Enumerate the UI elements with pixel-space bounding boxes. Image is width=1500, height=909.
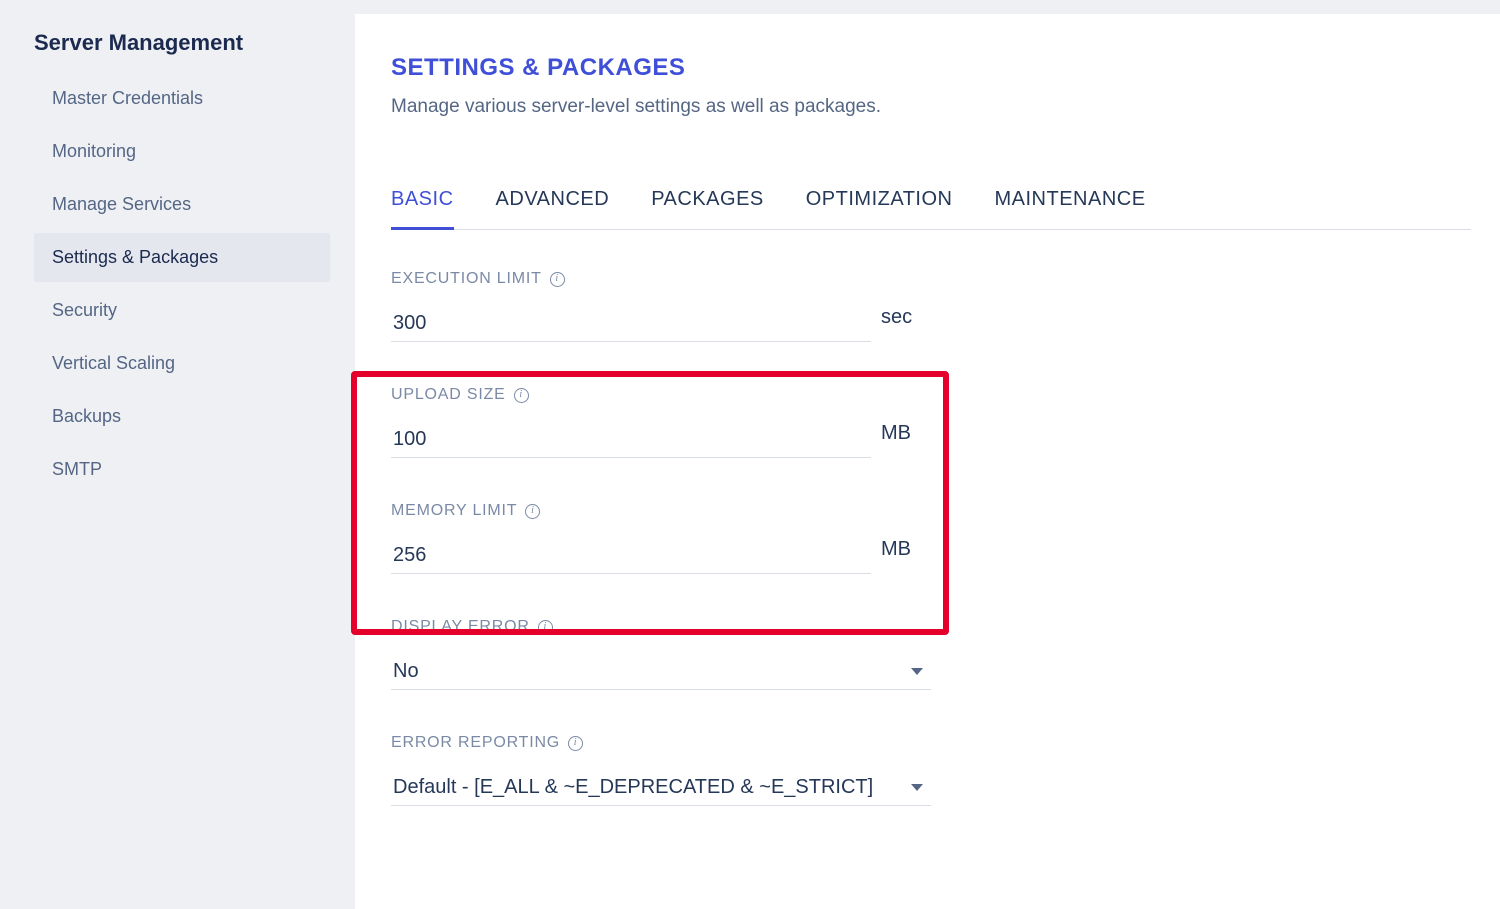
sidebar-item-security[interactable]: Security xyxy=(34,286,330,335)
select-value-error-reporting: Default - [E_ALL & ~E_DEPRECATED & ~E_ST… xyxy=(393,776,873,799)
info-icon[interactable]: i xyxy=(525,504,540,519)
chevron-down-icon xyxy=(911,668,923,675)
field-memory-limit: MEMORY LIMIT i MB xyxy=(391,502,931,574)
label-error-reporting: ERROR REPORTING i xyxy=(391,734,931,752)
tab-maintenance[interactable]: MAINTENANCE xyxy=(994,188,1145,229)
sidebar-item-manage-services[interactable]: Manage Services xyxy=(34,180,330,229)
label-memory-limit: MEMORY LIMIT i xyxy=(391,502,931,520)
info-icon[interactable]: i xyxy=(538,620,553,635)
main-panel: SETTINGS & PACKAGES Manage various serve… xyxy=(355,14,1500,909)
unit-upload-size: MB xyxy=(881,422,911,445)
label-text-memory-limit: MEMORY LIMIT xyxy=(391,502,517,520)
field-error-reporting: ERROR REPORTING i Default - [E_ALL & ~E_… xyxy=(391,734,931,806)
unit-execution-limit: sec xyxy=(881,306,912,329)
form-area: EXECUTION LIMIT i sec UPLOAD SIZE i MB xyxy=(391,270,1500,806)
info-icon[interactable]: i xyxy=(568,736,583,751)
sidebar-item-settings-packages[interactable]: Settings & Packages xyxy=(34,233,330,282)
tab-bar: BASIC ADVANCED PACKAGES OPTIMIZATION MAI… xyxy=(391,188,1471,230)
tab-packages[interactable]: PACKAGES xyxy=(651,188,764,229)
info-icon[interactable]: i xyxy=(514,388,529,403)
unit-memory-limit: MB xyxy=(881,538,911,561)
sidebar-item-master-credentials[interactable]: Master Credentials xyxy=(34,74,330,123)
select-display-error[interactable]: No xyxy=(391,654,931,690)
tab-optimization[interactable]: OPTIMIZATION xyxy=(806,188,953,229)
label-text-upload-size: UPLOAD SIZE xyxy=(391,386,506,404)
page-subtitle: Manage various server-level settings as … xyxy=(391,96,1500,118)
info-icon[interactable]: i xyxy=(550,272,565,287)
sidebar-item-vertical-scaling[interactable]: Vertical Scaling xyxy=(34,339,330,388)
select-error-reporting[interactable]: Default - [E_ALL & ~E_DEPRECATED & ~E_ST… xyxy=(391,770,931,806)
page-title: SETTINGS & PACKAGES xyxy=(391,54,1500,82)
chevron-down-icon xyxy=(911,784,923,791)
sidebar-item-backups[interactable]: Backups xyxy=(34,392,330,441)
field-upload-size: UPLOAD SIZE i MB xyxy=(391,386,931,458)
label-upload-size: UPLOAD SIZE i xyxy=(391,386,931,404)
tab-basic[interactable]: BASIC xyxy=(391,188,454,229)
label-text-display-error: DISPLAY ERROR xyxy=(391,618,530,636)
sidebar: Server Management Master Credentials Mon… xyxy=(0,0,345,498)
sidebar-item-smtp[interactable]: SMTP xyxy=(34,445,330,494)
sidebar-title: Server Management xyxy=(34,30,345,56)
field-display-error: DISPLAY ERROR i No xyxy=(391,618,931,690)
input-memory-limit[interactable] xyxy=(391,538,871,574)
field-execution-limit: EXECUTION LIMIT i sec xyxy=(391,270,931,342)
input-execution-limit[interactable] xyxy=(391,306,871,342)
input-upload-size[interactable] xyxy=(391,422,871,458)
label-text-error-reporting: ERROR REPORTING xyxy=(391,734,560,752)
tab-advanced[interactable]: ADVANCED xyxy=(496,188,610,229)
sidebar-item-monitoring[interactable]: Monitoring xyxy=(34,127,330,176)
label-display-error: DISPLAY ERROR i xyxy=(391,618,931,636)
select-value-display-error: No xyxy=(393,660,419,683)
label-text-execution-limit: EXECUTION LIMIT xyxy=(391,270,542,288)
label-execution-limit: EXECUTION LIMIT i xyxy=(391,270,931,288)
